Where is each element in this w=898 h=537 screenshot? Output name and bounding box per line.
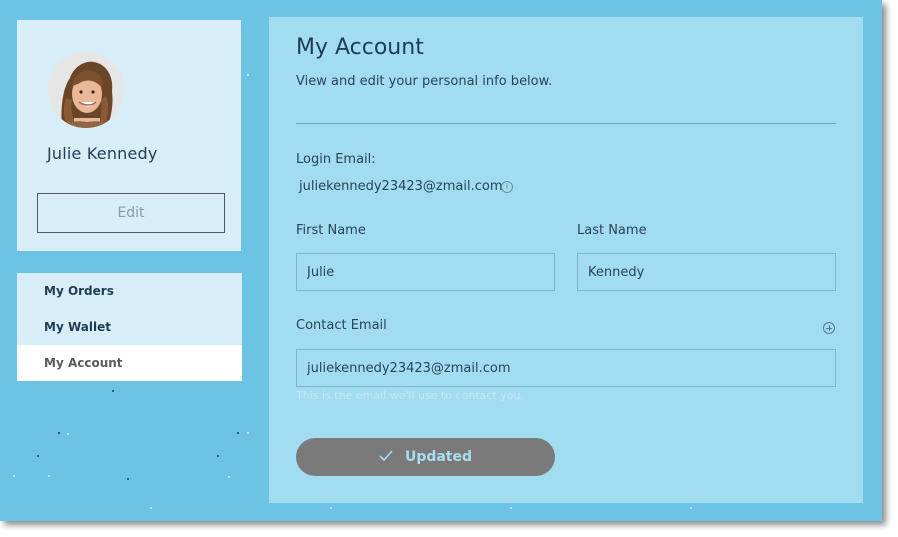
page-subtitle: View and edit your personal info below. [296,74,553,89]
updated-button[interactable]: Updated [296,438,555,476]
decorative-dot [13,475,15,477]
login-email-value: juliekennedy23423@zmail.com [299,179,503,194]
decorative-dot [247,74,249,76]
decorative-dot [48,475,50,477]
contact-email-helper: This is the email we'll use to contact y… [296,389,524,402]
login-email-label: Login Email: [296,152,376,167]
menu-item-my-orders[interactable]: My Orders [17,273,242,309]
check-icon [379,449,393,465]
plus-circle-icon[interactable] [823,322,835,334]
decorative-dot [330,507,332,509]
menu-item-my-account[interactable]: My Account [17,345,242,381]
decorative-dot [247,432,249,434]
decorative-dot [58,432,60,434]
account-panel: My Account View and edit your personal i… [269,17,863,503]
last-name-label: Last Name [577,223,647,238]
app-frame: Julie Kennedy Edit My Orders My Wallet M… [0,0,882,521]
contact-email-input[interactable] [296,349,836,387]
menu-item-my-wallet[interactable]: My Wallet [17,309,242,345]
page-title: My Account [296,35,424,60]
divider [296,123,836,124]
decorative-dot [510,507,512,509]
decorative-dot [217,455,219,457]
info-icon[interactable]: i [501,181,513,193]
contact-email-label: Contact Email [296,318,387,333]
first-name-label: First Name [296,223,366,238]
profile-card: Julie Kennedy Edit [17,20,241,251]
decorative-dot [237,432,239,434]
decorative-dot [67,433,69,435]
account-menu: My Orders My Wallet My Account [17,273,242,381]
decorative-dot [37,455,39,457]
last-name-input[interactable] [577,253,836,291]
decorative-dot [690,507,692,509]
updated-button-label: Updated [404,449,473,465]
user-name: Julie Kennedy [47,144,158,163]
edit-profile-button[interactable]: Edit [37,193,225,233]
decorative-dot [112,390,114,392]
avatar-image [48,52,124,128]
decorative-dot [228,476,230,478]
avatar[interactable] [48,52,124,128]
decorative-dot [127,478,129,480]
decorative-dot [150,507,152,509]
first-name-input[interactable] [296,253,555,291]
